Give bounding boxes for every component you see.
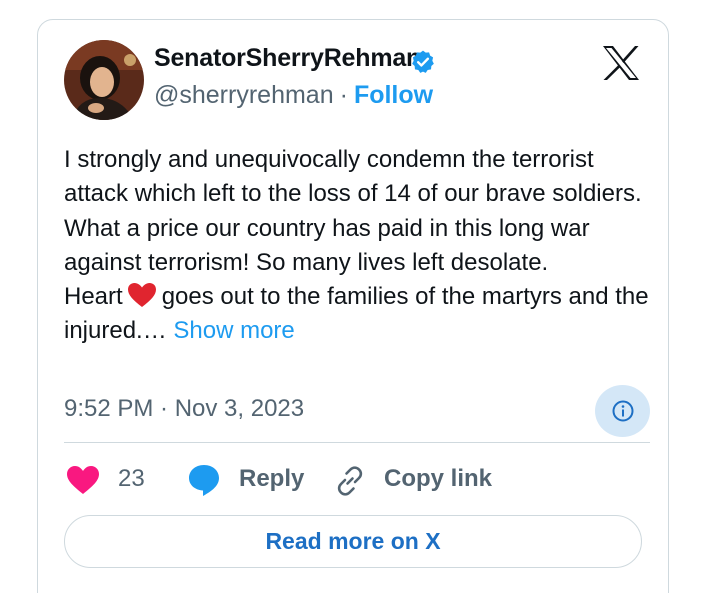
link-icon[interactable] (333, 464, 367, 498)
like-count[interactable]: 23 (118, 465, 145, 493)
divider (64, 442, 650, 443)
tweet-line: What a price our country has paid in thi… (64, 214, 590, 276)
info-icon (612, 400, 633, 422)
read-more-button[interactable]: Read more on X (64, 515, 642, 568)
follow-link[interactable]: Follow (354, 81, 433, 109)
like-heart-icon[interactable] (66, 465, 100, 495)
tweet-timestamp[interactable]: 9:52 PM · Nov 3, 2023 (64, 395, 304, 423)
handle-row: @sherryrehman · Follow (154, 81, 433, 110)
heart-emoji-icon (127, 283, 156, 308)
heart-prefix-text: Heart (64, 283, 123, 311)
show-more-link[interactable]: Show more (173, 317, 294, 344)
tweet-text: I strongly and unequivocally condemn the… (64, 143, 654, 349)
x-logo-icon[interactable] (601, 45, 641, 81)
reply-bubble-icon[interactable] (186, 462, 222, 498)
reply-button[interactable]: Reply (239, 465, 304, 493)
tweet-line: I strongly and unequivocally condemn the… (64, 146, 642, 208)
copy-link-button[interactable]: Copy link (384, 465, 492, 493)
avatar[interactable] (64, 40, 144, 120)
verified-badge-icon (412, 50, 434, 73)
info-button[interactable] (595, 385, 650, 437)
user-handle[interactable]: @sherryrehman (154, 81, 334, 109)
tweet-line-heart: Heart goes out to the families of the mar… (64, 280, 654, 349)
separator-dot: · (339, 81, 348, 109)
display-name[interactable]: SenatorSherryRehman (154, 44, 421, 73)
